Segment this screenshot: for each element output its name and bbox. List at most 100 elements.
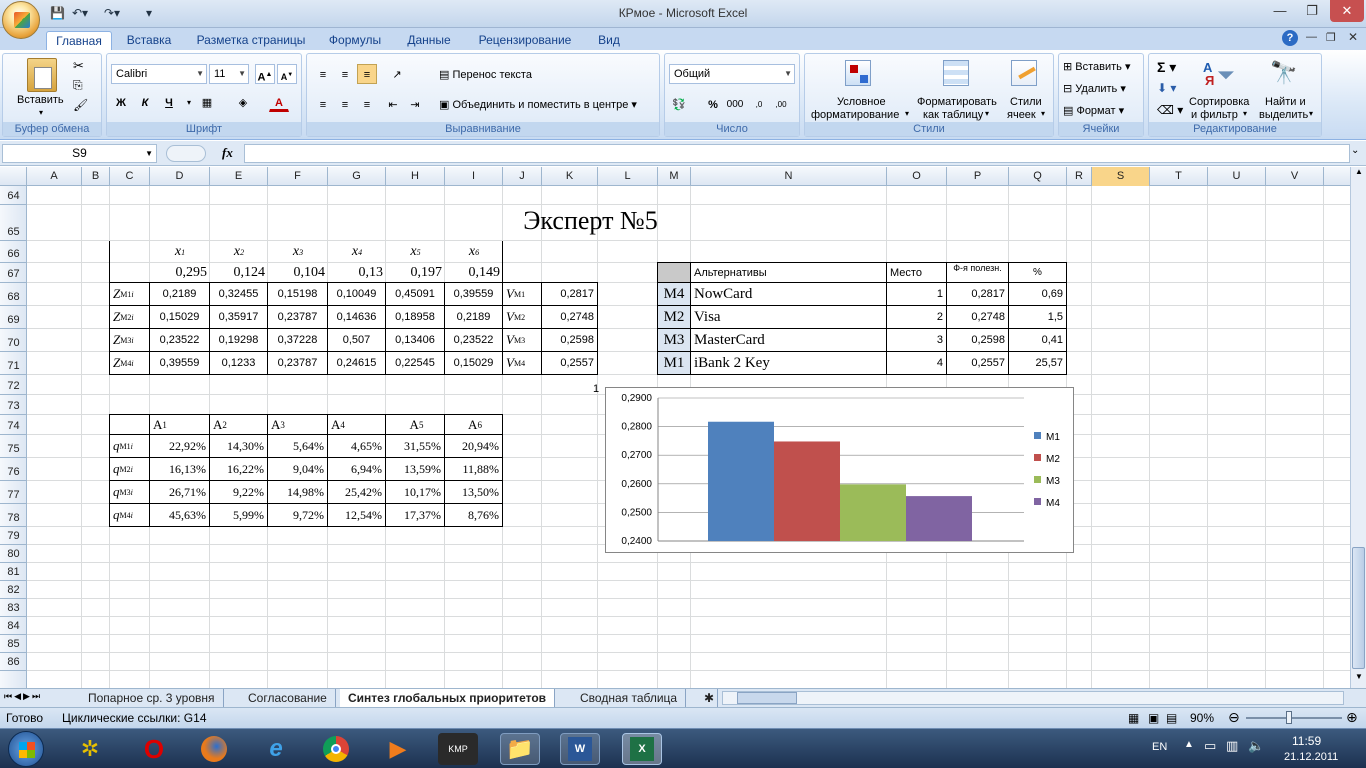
format-table-label-2[interactable]: как таблицу xyxy=(923,109,983,121)
chevron-down-icon[interactable]: ▾ xyxy=(1243,109,1247,118)
conditional-format-label-1[interactable]: Условное xyxy=(837,96,886,108)
merge-center-button[interactable]: ▣ Объединить и поместить в центре ▾ xyxy=(439,98,637,111)
borders-icon[interactable]: ▦ xyxy=(197,92,217,112)
row-header-77[interactable]: 77 xyxy=(0,481,27,504)
align-bottom-icon[interactable]: ≡ xyxy=(357,64,377,84)
app-icon-1[interactable]: ✲ xyxy=(70,733,110,765)
chevron-down-icon[interactable]: ▾ xyxy=(905,109,909,118)
ribbon-minimize-icon[interactable]: — xyxy=(1306,31,1317,43)
align-middle-icon[interactable]: ≡ xyxy=(335,64,355,84)
ribbon-restore-icon[interactable]: ❐ xyxy=(1326,31,1336,44)
row-header-73[interactable]: 73 xyxy=(0,395,27,415)
column-header-s[interactable]: S xyxy=(1092,167,1150,186)
view-page-layout-icon[interactable]: ▣ xyxy=(1148,711,1159,725)
office-button[interactable] xyxy=(2,1,40,39)
redo-icon[interactable]: ↷▾ xyxy=(104,6,120,20)
chevron-down-icon[interactable]: ▾ xyxy=(1309,109,1313,118)
chevron-down-icon[interactable]: ▾ xyxy=(985,109,989,118)
column-header-v[interactable]: V xyxy=(1266,167,1324,186)
row-header-85[interactable]: 85 xyxy=(0,635,27,653)
column-header-u[interactable]: U xyxy=(1208,167,1266,186)
sheet-tab-global-priorities[interactable]: Синтез глобальных приоритетов xyxy=(340,689,556,707)
view-normal-icon[interactable]: ▦ xyxy=(1128,711,1139,725)
sort-filter-label-1[interactable]: Сортировка xyxy=(1189,96,1249,108)
sheet-tab-summary[interactable]: Сводная таблица xyxy=(572,689,687,707)
scroll-down-icon[interactable]: ▼ xyxy=(1352,672,1366,686)
format-painter-icon[interactable]: 🖌 xyxy=(73,98,88,112)
column-header-r[interactable]: R xyxy=(1067,167,1092,186)
tab-data[interactable]: Данные xyxy=(398,31,460,50)
worksheet-grid[interactable]: Эксперт №5 x 1 0,295 x 2 0,124 x 3 0,104 x 4 0,13 x 5… xyxy=(27,186,1350,688)
undo-icon[interactable]: ↶▾ xyxy=(72,6,88,20)
minimize-icon[interactable]: — xyxy=(1266,0,1294,22)
align-top-icon[interactable]: ≡ xyxy=(313,64,333,84)
zoom-slider-thumb[interactable] xyxy=(1286,711,1292,724)
column-header-d[interactable]: D xyxy=(150,167,210,186)
formula-expand-handle[interactable] xyxy=(166,145,206,162)
cut-icon[interactable]: ✂ xyxy=(73,58,84,74)
sheet-nav-icon[interactable]: ⏮◀▶⏭ xyxy=(4,691,42,702)
fill-color-icon[interactable]: ◈ xyxy=(233,92,253,112)
tab-page-layout[interactable]: Разметка страницы xyxy=(190,31,312,50)
ie-icon[interactable]: e xyxy=(256,733,296,765)
orientation-icon[interactable]: ↗ xyxy=(387,64,407,84)
align-right-icon[interactable]: ≡ xyxy=(357,94,377,114)
chevron-down-icon[interactable]: ▼ xyxy=(145,145,153,162)
media-player-icon[interactable]: ▶ xyxy=(378,733,418,765)
row-header-72[interactable]: 72 xyxy=(0,375,27,395)
column-header-c[interactable]: C xyxy=(110,167,150,186)
volume-icon[interactable]: 🔈 xyxy=(1248,738,1264,754)
format-cells-button[interactable]: ▤ Формат ▾ xyxy=(1063,104,1124,117)
conditional-format-icon[interactable] xyxy=(845,60,871,86)
format-table-label-1[interactable]: Форматировать xyxy=(917,96,997,108)
start-button[interactable] xyxy=(8,731,44,767)
insert-cells-button[interactable]: ⊞ Вставить ▾ xyxy=(1063,60,1131,73)
vertical-scrollbar[interactable]: ▲ ▼ xyxy=(1350,167,1366,688)
tab-review[interactable]: Рецензирование xyxy=(470,31,580,50)
name-box[interactable]: S9 ▼ xyxy=(2,144,157,163)
h-scroll-thumb[interactable] xyxy=(737,692,797,704)
view-page-break-icon[interactable]: ▤ xyxy=(1166,711,1177,725)
bold-button[interactable]: Ж xyxy=(111,92,131,112)
zoom-out-icon[interactable]: ⊖ xyxy=(1228,709,1240,726)
paste-dropdown-icon[interactable]: ▾ xyxy=(39,108,43,117)
opera-icon[interactable]: O xyxy=(134,733,174,765)
font-name-combo[interactable]: Calibri ▼ xyxy=(111,64,207,84)
column-header-k[interactable]: K xyxy=(542,167,598,186)
horizontal-scrollbar[interactable] xyxy=(722,691,1344,705)
copy-icon[interactable]: ⎘ xyxy=(73,78,83,93)
thousands-button[interactable]: 000 xyxy=(725,94,745,114)
cell-styles-label-1[interactable]: Стили xyxy=(1010,96,1042,108)
select-all-corner[interactable] xyxy=(0,167,27,186)
language-indicator[interactable]: EN xyxy=(1152,741,1167,753)
align-left-icon[interactable]: ≡ xyxy=(313,94,333,114)
row-header-80[interactable]: 80 xyxy=(0,545,27,563)
fill-icon[interactable]: ⬇ ▾ xyxy=(1157,81,1176,95)
column-header-o[interactable]: O xyxy=(887,167,947,186)
excel-icon[interactable]: X xyxy=(622,733,662,765)
column-header-a[interactable]: A xyxy=(27,167,82,186)
increase-decimal-icon[interactable]: ,0 xyxy=(749,94,769,114)
column-header-n[interactable]: N xyxy=(691,167,887,186)
row-header-66[interactable]: 66 xyxy=(0,241,27,263)
explorer-icon[interactable]: 📁 xyxy=(500,733,540,765)
number-format-combo[interactable]: Общий ▼ xyxy=(669,64,795,84)
column-header-g[interactable]: G xyxy=(328,167,386,186)
row-header-71[interactable]: 71 xyxy=(0,352,27,375)
column-header-f[interactable]: F xyxy=(268,167,328,186)
sheet-tab-pairwise[interactable]: Попарное ср. 3 уровня xyxy=(80,689,224,707)
row-header-65[interactable]: 65 xyxy=(0,205,27,241)
zoom-in-icon[interactable]: ⊕ xyxy=(1346,709,1358,726)
row-header-67[interactable]: 67 xyxy=(0,263,27,283)
column-header-q[interactable]: Q xyxy=(1009,167,1067,186)
row-header-78[interactable]: 78 xyxy=(0,504,27,527)
tray-expand-icon[interactable]: ▲ xyxy=(1184,739,1194,750)
column-header-p[interactable]: P xyxy=(947,167,1009,186)
tab-view[interactable]: Вид xyxy=(588,31,630,50)
underline-dropdown-icon[interactable]: ▾ xyxy=(179,92,199,112)
insert-function-button[interactable]: fx xyxy=(222,145,233,161)
column-header-j[interactable]: J xyxy=(503,167,542,186)
maximize-icon[interactable]: ❐ xyxy=(1298,0,1326,22)
row-header-83[interactable]: 83 xyxy=(0,599,27,617)
firefox-icon[interactable] xyxy=(194,733,234,765)
